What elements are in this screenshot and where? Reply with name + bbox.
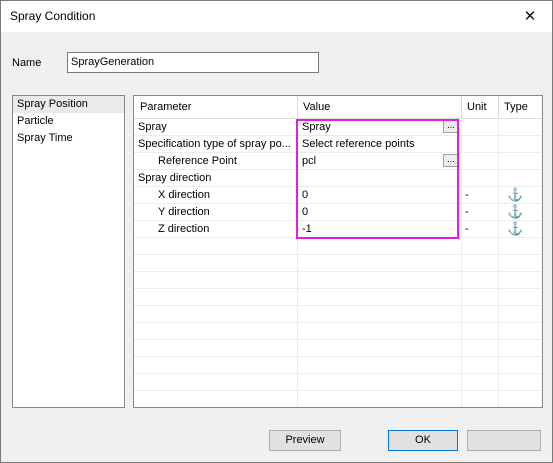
param-name: Reference Point <box>158 155 237 167</box>
browse-button[interactable]: ... <box>443 120 459 133</box>
row-y-direction[interactable]: Y direction 0 - ⚓ <box>134 204 542 221</box>
row-reference-point[interactable]: Reference Point pcl ... <box>134 153 542 170</box>
empty-row <box>134 238 542 255</box>
value-cell[interactable]: -1 <box>297 221 461 237</box>
unit-cell <box>461 136 498 152</box>
close-button[interactable]: ✕ <box>508 1 552 32</box>
empty-row <box>134 323 542 340</box>
category-item-spray-position[interactable]: Spray Position <box>13 96 124 113</box>
category-list: Spray Position Particle Spray Time <box>12 95 125 408</box>
header-unit[interactable]: Unit <box>461 96 498 118</box>
empty-row <box>134 289 542 306</box>
type-cell <box>498 136 542 152</box>
value-text: Spray <box>302 121 331 133</box>
type-cell <box>498 170 542 186</box>
type-cell <box>498 119 542 135</box>
row-spec-type[interactable]: Specification type of spray po... Select… <box>134 136 542 153</box>
preview-button[interactable]: Preview <box>269 430 341 451</box>
value-cell[interactable]: 0 <box>297 187 461 203</box>
value-cell[interactable]: 0 <box>297 204 461 220</box>
parameter-grid: Parameter Value Unit Type Spray Spray ..… <box>133 95 543 408</box>
value-text: pcl <box>302 155 317 167</box>
row-spray[interactable]: Spray Spray ... <box>134 119 542 136</box>
value-cell <box>297 170 461 186</box>
category-item-spray-time[interactable]: Spray Time <box>13 130 124 147</box>
anchor-icon[interactable]: ⚓ <box>507 221 523 237</box>
header-value[interactable]: Value <box>297 96 461 118</box>
empty-row <box>134 255 542 272</box>
type-cell: ⚓ <box>498 204 542 220</box>
type-cell: ⚓ <box>498 187 542 203</box>
header-parameter[interactable]: Parameter <box>134 96 297 118</box>
unit-cell: - <box>465 189 469 201</box>
param-name: Spray <box>138 121 167 133</box>
header-type[interactable]: Type <box>498 96 542 118</box>
spray-condition-dialog: Spray Condition ✕ Name SprayGeneration S… <box>0 0 553 463</box>
param-name: Spray direction <box>138 172 212 184</box>
param-name: Y direction <box>158 206 210 218</box>
anchor-icon[interactable]: ⚓ <box>507 204 523 220</box>
param-name: Z direction <box>158 223 210 235</box>
unit-cell: - <box>465 223 469 235</box>
unit-cell <box>461 119 498 135</box>
grid-header: Parameter Value Unit Type <box>134 96 542 119</box>
type-cell <box>498 153 542 169</box>
browse-button[interactable]: ... <box>443 154 459 167</box>
title-bar: Spray Condition ✕ <box>1 1 552 32</box>
value-cell[interactable]: Spray ... <box>297 119 461 135</box>
empty-row <box>134 357 542 374</box>
empty-row <box>134 306 542 323</box>
value-cell[interactable]: pcl ... <box>297 153 461 169</box>
empty-row <box>134 391 542 407</box>
row-spray-direction[interactable]: Spray direction <box>134 170 542 187</box>
value-cell[interactable]: Select reference points <box>297 136 461 152</box>
name-label: Name <box>12 57 42 69</box>
empty-row <box>134 272 542 289</box>
name-input[interactable]: SprayGeneration <box>67 52 319 73</box>
unit-cell: - <box>465 206 469 218</box>
empty-row <box>134 340 542 357</box>
window-title: Spray Condition <box>10 9 96 23</box>
type-cell: ⚓ <box>498 221 542 237</box>
param-name: X direction <box>158 189 210 201</box>
unit-cell <box>461 153 498 169</box>
ok-button[interactable]: OK <box>388 430 458 451</box>
row-z-direction[interactable]: Z direction -1 - ⚓ <box>134 221 542 238</box>
row-x-direction[interactable]: X direction 0 - ⚓ <box>134 187 542 204</box>
empty-row <box>134 374 542 391</box>
unit-cell <box>461 170 498 186</box>
cancel-button[interactable] <box>467 430 541 451</box>
category-item-particle[interactable]: Particle <box>13 113 124 130</box>
anchor-icon[interactable]: ⚓ <box>507 187 523 203</box>
param-name: Specification type of spray po... <box>138 138 291 150</box>
